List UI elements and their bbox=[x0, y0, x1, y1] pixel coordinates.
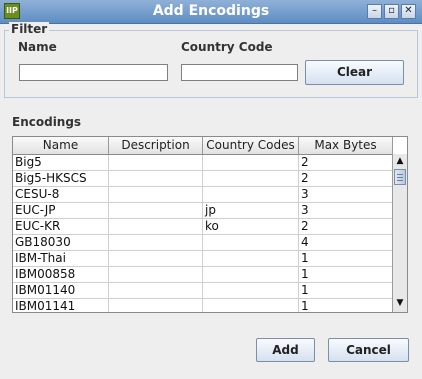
table-row[interactable]: GB18030 4 bbox=[13, 235, 393, 251]
table-cell bbox=[109, 267, 203, 282]
table-cell bbox=[109, 155, 203, 170]
table-cell bbox=[203, 155, 299, 170]
column-header-max-bytes[interactable]: Max Bytes bbox=[299, 137, 393, 154]
table-row[interactable]: Big5 2 bbox=[13, 155, 393, 171]
cancel-button[interactable]: Cancel bbox=[328, 338, 409, 362]
table-cell: 1 bbox=[299, 251, 393, 266]
table-cell bbox=[203, 171, 299, 186]
table-cell bbox=[109, 299, 203, 312]
vertical-scrollbar[interactable]: ▲ ▼ bbox=[392, 154, 407, 312]
table-cell bbox=[109, 219, 203, 234]
arrow-up-icon[interactable]: ▲ bbox=[393, 154, 407, 169]
table-cell: 2 bbox=[299, 171, 393, 186]
arrow-down-icon[interactable]: ▼ bbox=[393, 296, 407, 311]
table-cell bbox=[109, 171, 203, 186]
table-cell: 2 bbox=[299, 219, 393, 234]
table-header: Name Description Country Codes Max Bytes bbox=[13, 137, 393, 155]
close-icon: ✕ bbox=[404, 5, 413, 16]
table-row[interactable]: EUC-KR ko 2 bbox=[13, 219, 393, 235]
table-cell bbox=[109, 203, 203, 218]
table-cell: IBM01140 bbox=[13, 283, 109, 298]
table-cell: 3 bbox=[299, 187, 393, 202]
table-cell: GB18030 bbox=[13, 235, 109, 250]
table-cell: ko bbox=[203, 219, 299, 234]
table-cell bbox=[203, 235, 299, 250]
table-cell: 1 bbox=[299, 283, 393, 298]
table-cell bbox=[109, 187, 203, 202]
scrollbar-thumb[interactable] bbox=[394, 169, 406, 185]
maximize-button[interactable]: ▫ bbox=[384, 4, 399, 19]
title-bar: IIP Add Encodings – ▫ ✕ bbox=[0, 0, 422, 24]
name-filter-input[interactable] bbox=[19, 64, 168, 81]
table-cell bbox=[203, 283, 299, 298]
table-row[interactable]: IBM01140 1 bbox=[13, 283, 393, 299]
table-row[interactable]: IBM00858 1 bbox=[13, 267, 393, 283]
table-row[interactable]: EUC-JP jp 3 bbox=[13, 203, 393, 219]
table-cell bbox=[203, 187, 299, 202]
table-cell bbox=[109, 283, 203, 298]
table-cell: EUC-JP bbox=[13, 203, 109, 218]
table-row[interactable]: CESU-8 3 bbox=[13, 187, 393, 203]
column-header-description[interactable]: Description bbox=[109, 137, 203, 154]
minimize-button[interactable]: – bbox=[367, 4, 382, 19]
add-button[interactable]: Add bbox=[256, 338, 315, 362]
table-cell: Big5 bbox=[13, 155, 109, 170]
column-header-name[interactable]: Name bbox=[13, 137, 109, 154]
table-cell: EUC-KR bbox=[13, 219, 109, 234]
table-cell: CESU-8 bbox=[13, 187, 109, 202]
table-cell bbox=[109, 251, 203, 266]
table-row[interactable]: Big5-HKSCS 2 bbox=[13, 171, 393, 187]
table-cell: IBM-Thai bbox=[13, 251, 109, 266]
table-row[interactable]: IBM-Thai 1 bbox=[13, 251, 393, 267]
table-cell: IBM01141 bbox=[13, 299, 109, 312]
country-code-filter-input[interactable] bbox=[181, 64, 298, 81]
name-label: Name bbox=[18, 40, 57, 54]
close-button[interactable]: ✕ bbox=[401, 4, 416, 19]
table-cell bbox=[203, 251, 299, 266]
encodings-title: Encodings bbox=[12, 115, 82, 129]
table-cell bbox=[109, 235, 203, 250]
clear-button[interactable]: Clear bbox=[305, 60, 404, 85]
table-cell: 4 bbox=[299, 235, 393, 250]
table-cell: 1 bbox=[299, 267, 393, 282]
table-cell: 3 bbox=[299, 203, 393, 218]
table-row[interactable]: IBM01141 1 bbox=[13, 299, 393, 312]
table-cell bbox=[203, 267, 299, 282]
table-cell: IBM00858 bbox=[13, 267, 109, 282]
minimize-icon: – bbox=[372, 5, 377, 16]
table-cell: Big5-HKSCS bbox=[13, 171, 109, 186]
table-cell: 1 bbox=[299, 299, 393, 312]
encodings-table: Name Description Country Codes Max Bytes… bbox=[12, 136, 408, 313]
table-cell: 2 bbox=[299, 155, 393, 170]
maximize-icon: ▫ bbox=[388, 5, 395, 16]
window-title: Add Encodings bbox=[152, 3, 270, 19]
filter-title: Filter bbox=[9, 22, 50, 36]
country-code-label: Country Code bbox=[181, 40, 273, 54]
column-header-country-codes[interactable]: Country Codes bbox=[203, 137, 299, 154]
table-body: Big5 2 Big5-HKSCS 2 CESU-8 3 EUC-JP jp 3 EUC-KR ko… bbox=[13, 155, 393, 312]
table-cell: jp bbox=[203, 203, 299, 218]
table-cell bbox=[203, 299, 299, 312]
